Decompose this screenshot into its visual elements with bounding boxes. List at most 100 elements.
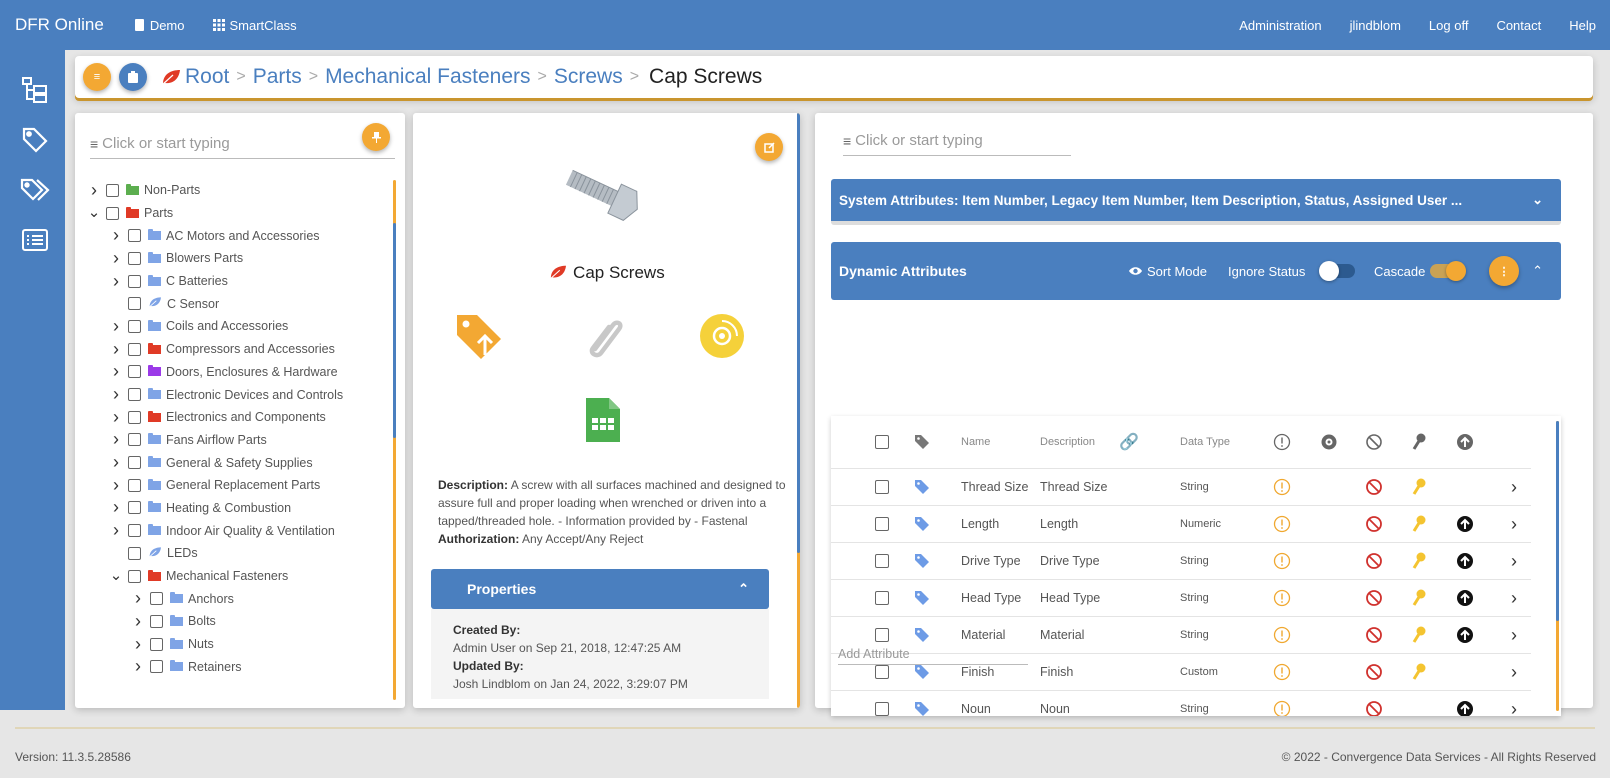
disc-icon[interactable]	[699, 313, 745, 359]
tree-node[interactable]: › Non-Parts	[87, 179, 377, 202]
column-data-type[interactable]: Data Type	[1180, 436, 1230, 448]
tree-node-checkbox[interactable]	[150, 660, 163, 674]
breadcrumb-parts[interactable]: Parts	[253, 65, 302, 89]
tree-node-checkbox[interactable]	[128, 546, 141, 560]
tree-node-checkbox[interactable]	[128, 569, 141, 583]
tree-node-checkbox[interactable]	[128, 319, 141, 333]
key-icon[interactable]	[1411, 626, 1427, 644]
table-row[interactable]: Length Length Numeric ›	[831, 505, 1531, 542]
row-checkbox[interactable]	[875, 628, 889, 642]
table-row[interactable]: Thread Size Thread Size String ›	[831, 468, 1531, 505]
tree-node-checkbox[interactable]	[150, 614, 163, 628]
chevron-right-icon[interactable]: ›	[109, 429, 123, 450]
chevron-right-icon[interactable]: ›	[109, 339, 123, 360]
tag-upload-icon[interactable]	[455, 311, 505, 361]
chevron-right-icon[interactable]: ›	[87, 180, 101, 201]
table-row[interactable]: Drive Type Drive Type String ›	[831, 542, 1531, 579]
table-row[interactable]: Head Type Head Type String ›	[831, 579, 1531, 616]
sidebar-item-hierarchy[interactable]	[20, 75, 50, 105]
tree-node[interactable]: ⌄ Mechanical Fasteners	[87, 565, 377, 588]
tree-node[interactable]: › Doors, Enclosures & Hardware	[87, 361, 377, 384]
nav-administration[interactable]: Administration	[1239, 18, 1321, 33]
tree-node[interactable]: ⌄ Parts	[87, 202, 377, 225]
tree-node-checkbox[interactable]	[150, 637, 163, 651]
chevron-right-icon[interactable]: ›	[109, 316, 123, 337]
tree-node-checkbox[interactable]	[128, 524, 141, 538]
tree-node-checkbox[interactable]	[128, 433, 141, 447]
brand-link[interactable]: DFR Online	[15, 15, 104, 35]
chevron-right-icon[interactable]: ›	[1511, 625, 1517, 646]
chevron-right-icon[interactable]: ›	[109, 384, 123, 405]
prohibited-icon[interactable]	[1365, 700, 1383, 716]
tree-node[interactable]: › Blowers Parts	[87, 247, 377, 270]
edit-button[interactable]	[755, 133, 783, 161]
row-checkbox[interactable]	[875, 591, 889, 605]
chevron-right-icon[interactable]: ›	[1511, 662, 1517, 683]
key-icon[interactable]	[1411, 589, 1427, 607]
required-icon[interactable]	[1273, 552, 1291, 570]
tree-node[interactable]: › Anchors	[87, 587, 377, 610]
tree-node-checkbox[interactable]	[128, 388, 141, 402]
tree-node[interactable]: › C Batteries	[87, 270, 377, 293]
nav-contact[interactable]: Contact	[1496, 18, 1541, 33]
tree-node-checkbox[interactable]	[128, 478, 141, 492]
sidebar-item-tag[interactable]	[20, 125, 50, 155]
prohibited-icon[interactable]	[1365, 552, 1383, 570]
paperclip-icon[interactable]	[581, 313, 627, 359]
sidebar-item-tags[interactable]	[20, 175, 50, 205]
tree-node[interactable]: › Coils and Accessories	[87, 315, 377, 338]
required-icon[interactable]	[1273, 478, 1291, 496]
tree-node[interactable]: › General & Safety Supplies	[87, 451, 377, 474]
nav-help[interactable]: Help	[1569, 18, 1596, 33]
tree-node-checkbox[interactable]	[128, 342, 141, 356]
chevron-right-icon[interactable]: ›	[109, 475, 123, 496]
row-checkbox[interactable]	[875, 665, 889, 679]
row-checkbox[interactable]	[875, 517, 889, 531]
tree-node-checkbox[interactable]	[128, 251, 141, 265]
chevron-right-icon[interactable]: ›	[109, 248, 123, 269]
tree-node[interactable]: › Retainers	[87, 655, 377, 678]
column-description[interactable]: Description	[1040, 436, 1095, 448]
inherit-up-arrow-icon[interactable]	[1456, 515, 1474, 533]
tree-node-checkbox[interactable]	[106, 206, 119, 220]
pin-button[interactable]	[362, 123, 390, 151]
tree-node[interactable]: › Compressors and Accessories	[87, 338, 377, 361]
tree-node[interactable]: › AC Motors and Accessories	[87, 224, 377, 247]
menu-button[interactable]: ≡	[83, 63, 111, 91]
tree-node[interactable]: C Sensor	[87, 292, 377, 315]
chevron-right-icon[interactable]: ›	[109, 452, 123, 473]
tree-node[interactable]: › Bolts	[87, 610, 377, 633]
tree-node[interactable]: › Fans Airflow Parts	[87, 429, 377, 452]
tree-node[interactable]: › General Replacement Parts	[87, 474, 377, 497]
select-all-checkbox[interactable]	[875, 435, 889, 449]
spreadsheet-icon[interactable]	[584, 396, 622, 444]
required-icon[interactable]	[1273, 663, 1291, 681]
chevron-right-icon[interactable]: ›	[131, 656, 145, 677]
nav-log-off[interactable]: Log off	[1429, 18, 1469, 33]
cascade-toggle[interactable]	[1430, 261, 1466, 281]
chevron-right-icon[interactable]: ›	[131, 634, 145, 655]
tree-node[interactable]: › Indoor Air Quality & Ventilation	[87, 519, 377, 542]
prohibited-icon[interactable]	[1365, 478, 1383, 496]
chevron-right-icon[interactable]: ›	[131, 611, 145, 632]
tree-node-checkbox[interactable]	[128, 297, 141, 311]
attributes-filter-input[interactable]	[855, 132, 1071, 149]
chevron-right-icon[interactable]: ›	[109, 407, 123, 428]
tree-node-checkbox[interactable]	[128, 274, 141, 288]
tree-filter-input[interactable]	[102, 135, 395, 152]
required-icon[interactable]	[1273, 589, 1291, 607]
tree-node-checkbox[interactable]	[128, 501, 141, 515]
sidebar-item-list[interactable]	[20, 225, 50, 255]
ignore-status-toggle[interactable]	[1319, 261, 1355, 281]
chevron-right-icon[interactable]: ›	[109, 520, 123, 541]
chevron-up-icon[interactable]: ⌃	[1532, 263, 1543, 279]
prohibited-icon[interactable]	[1365, 589, 1383, 607]
tree-node-checkbox[interactable]	[106, 183, 119, 197]
tree-node[interactable]: LEDs	[87, 542, 377, 565]
chevron-right-icon[interactable]: ›	[109, 361, 123, 382]
key-icon[interactable]	[1411, 663, 1427, 681]
tree-node[interactable]: › Electronics and Components	[87, 406, 377, 429]
chevron-right-icon[interactable]: ›	[1511, 551, 1517, 572]
breadcrumb-root[interactable]: Root	[185, 65, 229, 89]
required-icon[interactable]	[1273, 515, 1291, 533]
